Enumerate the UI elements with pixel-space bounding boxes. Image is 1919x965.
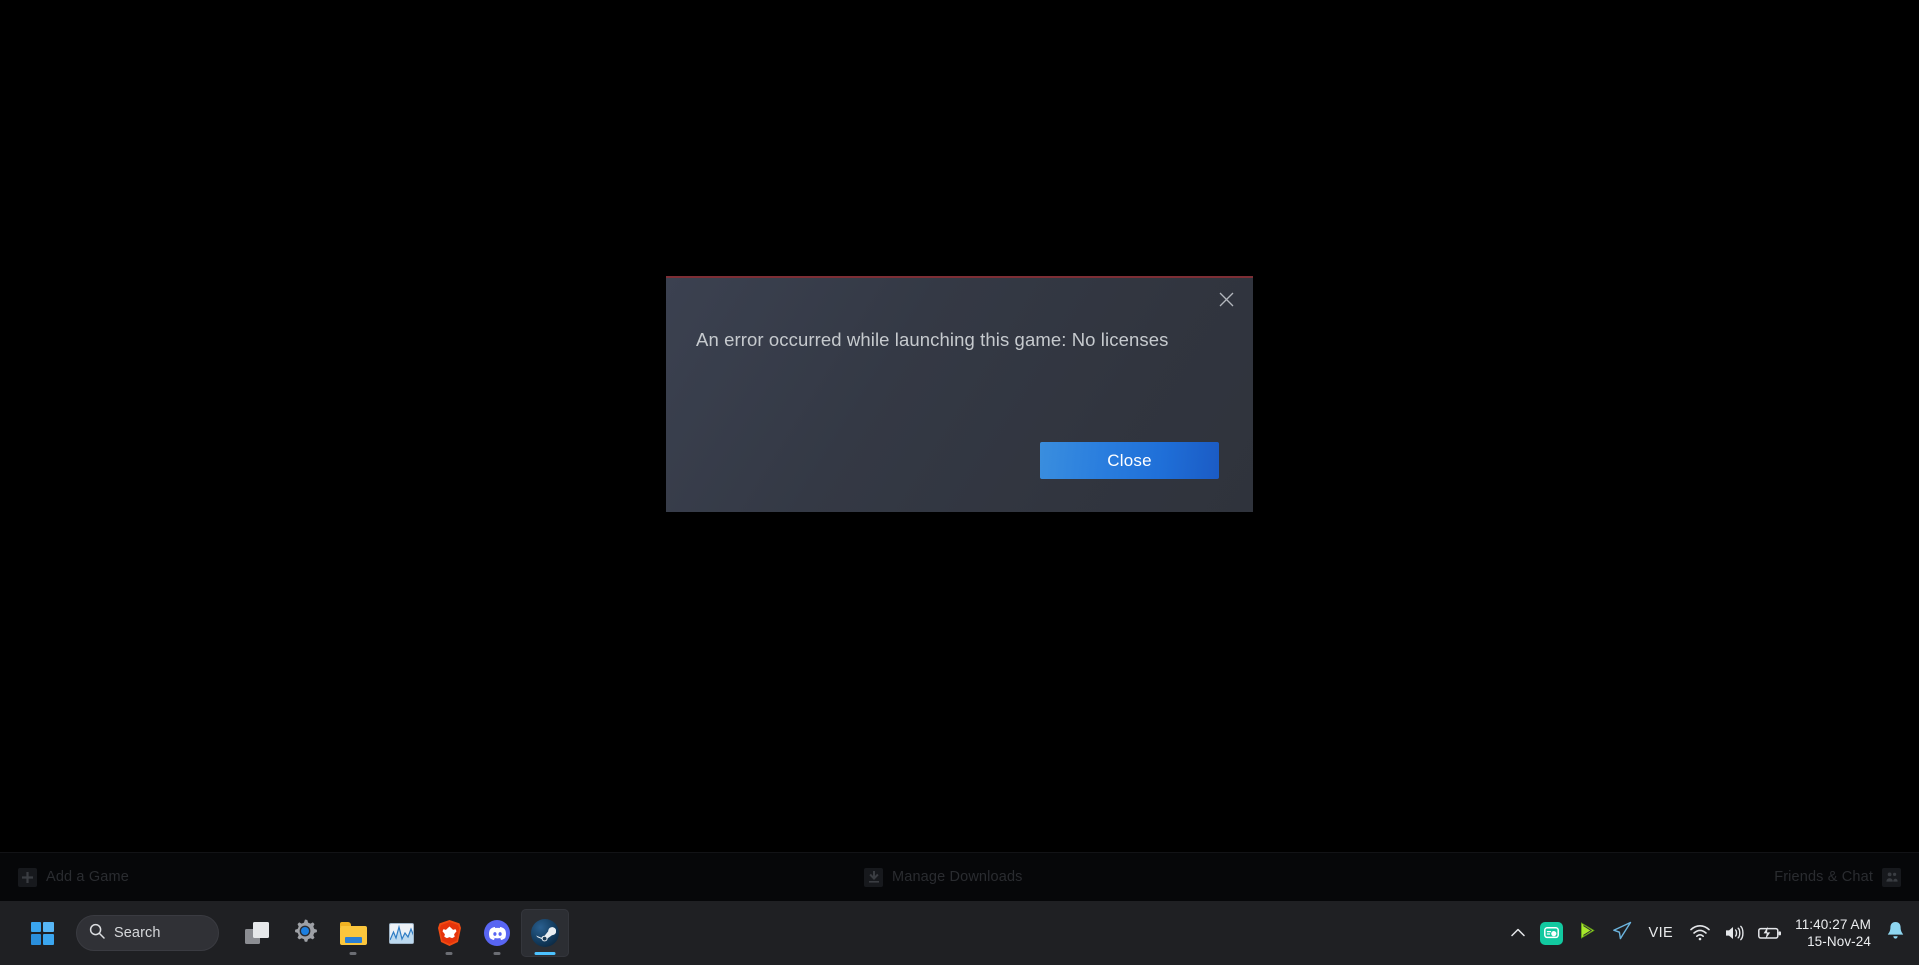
friends-icon [1882, 868, 1901, 887]
taskbar-item-file-explorer[interactable] [329, 909, 377, 957]
task-view-icon [245, 922, 269, 944]
search-icon [89, 923, 105, 944]
taskbar-item-steam[interactable] [521, 909, 569, 957]
close-icon[interactable] [1209, 283, 1243, 315]
plus-icon [18, 868, 37, 887]
add-a-game-button[interactable]: Add a Game [18, 868, 129, 887]
desktop-screen: Add a Game Manage Downloads Friends & Ch… [0, 0, 1919, 965]
discord-icon [484, 920, 510, 946]
language-indicator[interactable]: VIE [1639, 911, 1684, 955]
clock-date: 15-Nov-24 [1807, 933, 1871, 950]
friends-and-chat-button[interactable]: Friends & Chat [1774, 868, 1901, 887]
bell-icon [1887, 921, 1904, 945]
taskbar-item-brave-browser[interactable] [425, 909, 473, 957]
show-hidden-icons-button[interactable] [1503, 911, 1533, 955]
wifi-icon[interactable] [1683, 911, 1717, 955]
brave-lion-icon [437, 920, 462, 946]
taskbar-item-settings[interactable] [281, 909, 329, 957]
add-a-game-label: Add a Game [46, 869, 129, 885]
taskbar-item-discord[interactable] [473, 909, 521, 957]
chevron-up-icon [1511, 924, 1525, 942]
screen-share-icon [1540, 922, 1563, 945]
start-button[interactable] [18, 909, 66, 957]
tray-item-screen-share[interactable] [1533, 911, 1570, 955]
steam-bottom-bar: Add a Game Manage Downloads Friends & Ch… [0, 852, 1919, 901]
steam-icon [531, 919, 559, 947]
manage-downloads-label: Manage Downloads [892, 869, 1023, 885]
running-indicator [494, 952, 501, 955]
running-indicator [446, 952, 453, 955]
folder-icon [340, 922, 367, 945]
task-manager-icon [389, 923, 414, 944]
error-dialog: An error occurred while launching this g… [666, 276, 1253, 512]
manage-downloads-button[interactable]: Manage Downloads [864, 868, 1023, 887]
active-indicator [535, 952, 556, 955]
system-tray: VIE [1503, 901, 1919, 965]
volume-icon[interactable] [1717, 911, 1751, 955]
running-indicator [350, 952, 357, 955]
windows-taskbar: Search [0, 901, 1919, 965]
battery-icon[interactable] [1751, 911, 1789, 955]
taskbar-item-task-manager[interactable] [377, 909, 425, 957]
clock[interactable]: 11:40:27 AM 15-Nov-24 [1789, 911, 1880, 955]
download-icon [864, 868, 883, 887]
search-placeholder: Search [114, 925, 161, 941]
windows-logo-icon [31, 922, 54, 945]
friends-and-chat-label: Friends & Chat [1774, 869, 1873, 885]
notifications-button[interactable] [1880, 911, 1911, 955]
error-message: An error occurred while launching this g… [696, 327, 1225, 353]
taskbar-item-task-view[interactable] [233, 909, 281, 957]
play-icon [1577, 920, 1598, 946]
tray-item-media-player[interactable] [1570, 911, 1605, 955]
tray-item-telegram[interactable] [1605, 911, 1639, 955]
search-input[interactable]: Search [76, 915, 219, 951]
telegram-icon [1612, 921, 1632, 946]
gear-icon [292, 918, 318, 949]
taskbar-pinned-group: Search [18, 901, 569, 965]
close-button[interactable]: Close [1040, 442, 1219, 479]
clock-time: 11:40:27 AM [1795, 916, 1871, 933]
